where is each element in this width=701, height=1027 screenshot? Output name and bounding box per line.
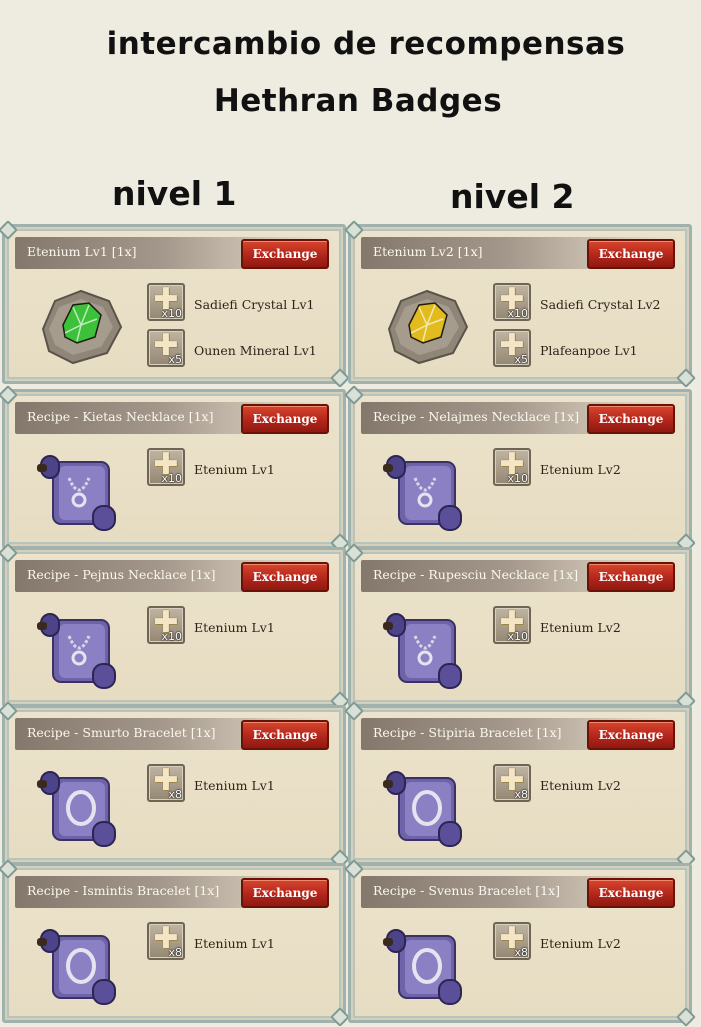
material-quantity: x10 (507, 630, 528, 643)
exchange-card: Recipe - Smurto Bracelet [1x] Exchange ✚… (2, 705, 346, 865)
material-slot[interactable]: ✚ x8 (147, 764, 185, 802)
ore-yellow-icon (379, 279, 471, 371)
material-slot[interactable]: ✚ x10 (493, 283, 531, 321)
exchange-button[interactable]: Exchange (241, 562, 329, 592)
material-quantity: x8 (168, 946, 182, 959)
reward-name: Recipe - Ismintis Bracelet [1x] (27, 883, 220, 898)
reward-name: Recipe - Smurto Bracelet [1x] (27, 725, 216, 740)
level-2-label: nivel 2 (450, 177, 575, 216)
exchange-card: Recipe - Pejnus Necklace [1x] Exchange ✚… (2, 547, 346, 707)
material-name: Etenium Lv2 (540, 936, 621, 951)
material-slot[interactable]: ✚ x10 (493, 448, 531, 486)
card-header: Recipe - Stipiria Bracelet [1x] Exchange (361, 718, 681, 750)
material-name: Etenium Lv1 (194, 936, 275, 951)
material-name: Etenium Lv1 (194, 620, 275, 635)
reward-name: Etenium Lv2 [1x] (373, 244, 483, 259)
material-quantity: x8 (168, 788, 182, 801)
card-header: Recipe - Ismintis Bracelet [1x] Exchange (15, 876, 335, 908)
material-name: Plafeanpoe Lv1 (540, 343, 638, 358)
exchange-button[interactable]: Exchange (587, 562, 675, 592)
material-slot[interactable]: ✚ x8 (493, 764, 531, 802)
material-quantity: x10 (161, 307, 182, 320)
card-header: Etenium Lv2 [1x] Exchange (361, 237, 681, 269)
exchange-card: Etenium Lv2 [1x] Exchange ✚ x10 Sadiefi … (348, 224, 692, 384)
material-quantity: x5 (168, 353, 182, 366)
exchange-card: Recipe - Rupesciu Necklace [1x] Exchange… (348, 547, 692, 707)
recipe-scroll-bracelet-icon (33, 918, 125, 1010)
recipe-scroll-necklace-icon (33, 602, 125, 694)
material-slot[interactable]: ✚ x10 (147, 283, 185, 321)
material-name: Etenium Lv1 (194, 778, 275, 793)
recipe-scroll-bracelet-icon (379, 760, 471, 852)
material-quantity: x8 (514, 788, 528, 801)
card-header: Recipe - Nelajmes Necklace [1x] Exchange (361, 402, 681, 434)
recipe-scroll-necklace-icon (33, 444, 125, 536)
exchange-button[interactable]: Exchange (241, 720, 329, 750)
material-slot[interactable]: ✚ x10 (147, 448, 185, 486)
exchange-card: Recipe - Svenus Bracelet [1x] Exchange ✚… (348, 863, 692, 1023)
material-name: Etenium Lv2 (540, 778, 621, 793)
material-quantity: x8 (514, 946, 528, 959)
material-quantity: x10 (507, 472, 528, 485)
exchange-button[interactable]: Exchange (587, 720, 675, 750)
card-header: Recipe - Rupesciu Necklace [1x] Exchange (361, 560, 681, 592)
material-name: Ounen Mineral Lv1 (194, 343, 317, 358)
exchange-button[interactable]: Exchange (241, 239, 329, 269)
exchange-card: Recipe - Stipiria Bracelet [1x] Exchange… (348, 705, 692, 865)
page-subtitle: Hethran Badges (213, 83, 503, 119)
level-1-label: nivel 1 (112, 174, 237, 213)
material-slot[interactable]: ✚ x5 (493, 329, 531, 367)
material-name: Sadiefi Crystal Lv1 (194, 297, 315, 312)
card-header: Etenium Lv1 [1x] Exchange (15, 237, 335, 269)
card-header: Recipe - Pejnus Necklace [1x] Exchange (15, 560, 335, 592)
material-name: Etenium Lv2 (540, 620, 621, 635)
reward-name: Recipe - Stipiria Bracelet [1x] (373, 725, 562, 740)
reward-name: Recipe - Nelajmes Necklace [1x] (373, 409, 580, 424)
card-header: Recipe - Svenus Bracelet [1x] Exchange (361, 876, 681, 908)
exchange-button[interactable]: Exchange (241, 878, 329, 908)
card-header: Recipe - Smurto Bracelet [1x] Exchange (15, 718, 335, 750)
page-title: intercambio de recompensas (106, 26, 626, 62)
material-quantity: x10 (161, 630, 182, 643)
card-header: Recipe - Kietas Necklace [1x] Exchange (15, 402, 335, 434)
recipe-scroll-necklace-icon (379, 444, 471, 536)
material-slot[interactable]: ✚ x8 (147, 922, 185, 960)
reward-name: Recipe - Rupesciu Necklace [1x] (373, 567, 579, 582)
material-name: Etenium Lv2 (540, 462, 621, 477)
reward-name: Recipe - Svenus Bracelet [1x] (373, 883, 561, 898)
exchange-button[interactable]: Exchange (587, 404, 675, 434)
reward-name: Recipe - Kietas Necklace [1x] (27, 409, 214, 424)
recipe-scroll-necklace-icon (379, 602, 471, 694)
exchange-button[interactable]: Exchange (587, 878, 675, 908)
material-name: Sadiefi Crystal Lv2 (540, 297, 661, 312)
material-slot[interactable]: ✚ x10 (147, 606, 185, 644)
material-quantity: x10 (507, 307, 528, 320)
material-name: Etenium Lv1 (194, 462, 275, 477)
recipe-scroll-bracelet-icon (33, 760, 125, 852)
material-slot[interactable]: ✚ x8 (493, 922, 531, 960)
recipe-scroll-bracelet-icon (379, 918, 471, 1010)
material-slot[interactable]: ✚ x5 (147, 329, 185, 367)
exchange-button[interactable]: Exchange (587, 239, 675, 269)
material-slot[interactable]: ✚ x10 (493, 606, 531, 644)
exchange-card: Etenium Lv1 [1x] Exchange ✚ x10 Sadiefi … (2, 224, 346, 384)
exchange-card: Recipe - Kietas Necklace [1x] Exchange ✚… (2, 389, 346, 549)
material-quantity: x10 (161, 472, 182, 485)
ore-green-icon (33, 279, 125, 371)
exchange-button[interactable]: Exchange (241, 404, 329, 434)
reward-name: Recipe - Pejnus Necklace [1x] (27, 567, 216, 582)
material-quantity: x5 (514, 353, 528, 366)
exchange-card: Recipe - Ismintis Bracelet [1x] Exchange… (2, 863, 346, 1023)
reward-name: Etenium Lv1 [1x] (27, 244, 137, 259)
exchange-card: Recipe - Nelajmes Necklace [1x] Exchange… (348, 389, 692, 549)
